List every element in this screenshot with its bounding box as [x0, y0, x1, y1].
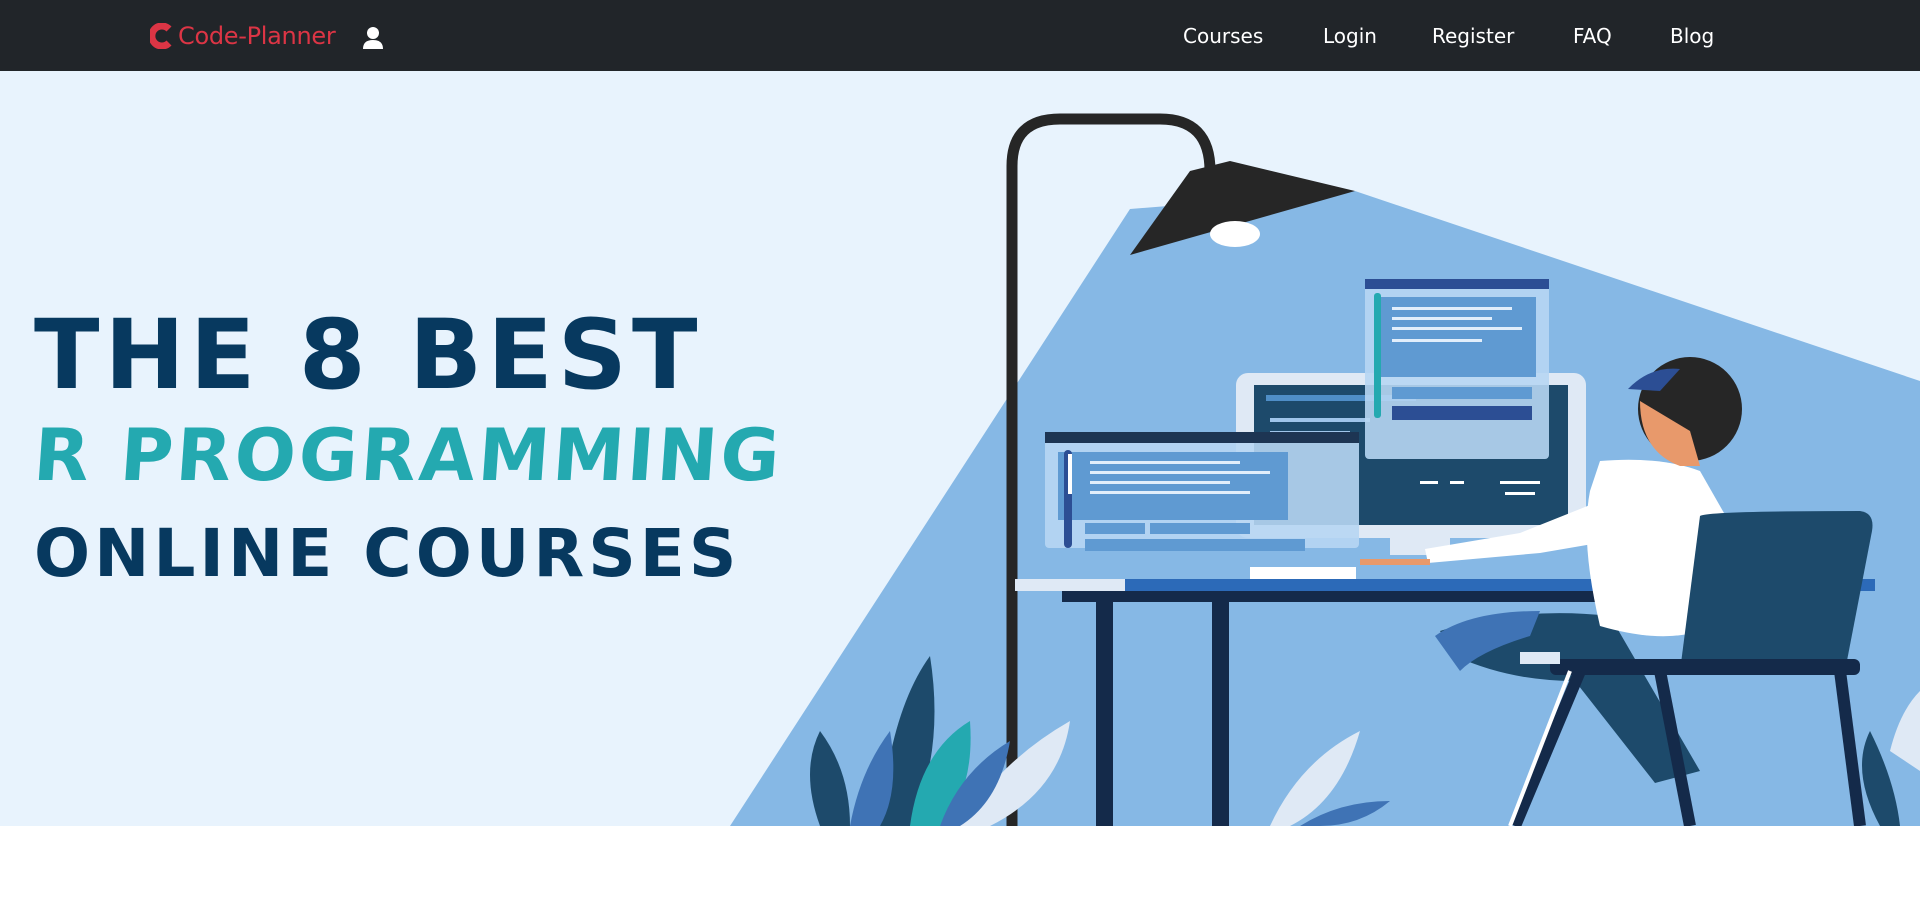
nav-blog[interactable]: Blog	[1670, 0, 1714, 71]
chair-back	[1680, 511, 1873, 671]
hero-headline-line2: R PROGRAMMING	[31, 413, 786, 497]
hero-headline-line3: ONLINE COURSES	[34, 515, 741, 592]
user-icon[interactable]	[362, 26, 384, 50]
nav-login[interactable]: Login	[1323, 0, 1377, 71]
brand-link[interactable]: Code-Planner	[150, 0, 336, 71]
keyboard	[1250, 567, 1356, 579]
nav-courses[interactable]: Courses	[1183, 0, 1263, 71]
brand-name: Code-Planner	[178, 21, 336, 50]
lamp-bulb	[1210, 221, 1260, 247]
nav-faq[interactable]: FAQ	[1573, 0, 1612, 71]
hero-headline-line1: THE 8 BEST	[34, 299, 703, 411]
top-navbar: Code-Planner Courses Login Register FAQ …	[0, 0, 1920, 71]
chair-seat	[1550, 659, 1860, 675]
nav-register[interactable]: Register	[1432, 0, 1514, 71]
hero-banner: THE 8 BEST R PROGRAMMING ONLINE COURSES	[0, 71, 1920, 826]
code-planner-logo-icon	[150, 22, 172, 49]
